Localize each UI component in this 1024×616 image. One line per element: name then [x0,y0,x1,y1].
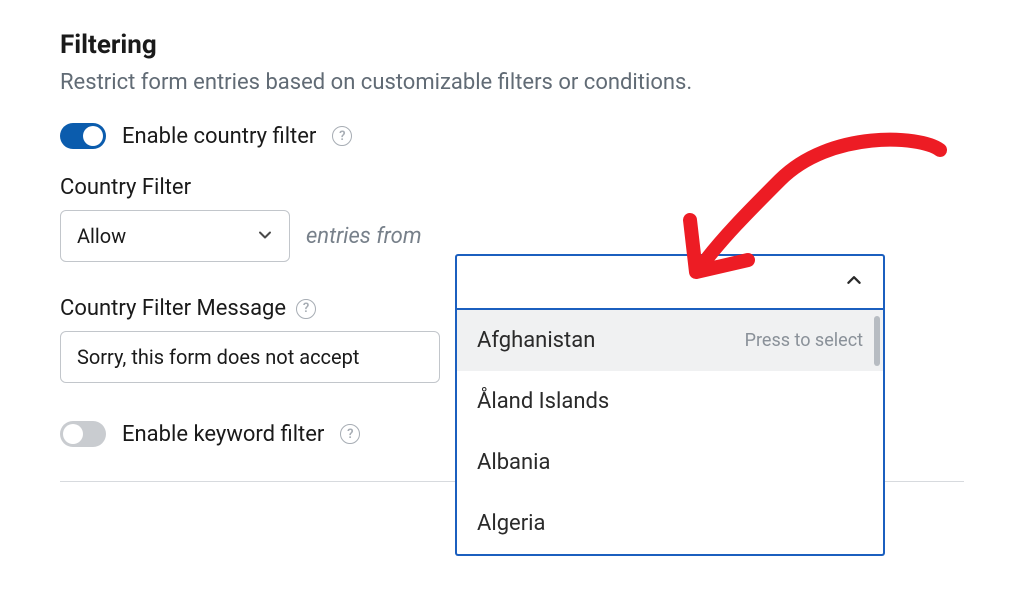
country-option-label: Albania [477,450,551,475]
country-option-algeria[interactable]: Algeria [457,493,883,554]
entries-from-text: entries from [306,224,422,249]
press-to-select-hint: Press to select [745,330,863,351]
country-filter-message-label: Country Filter Message [60,296,286,321]
country-option-label: Åland Islands [477,389,609,414]
country-filter-message-input[interactable] [60,331,440,383]
country-option-aland-islands[interactable]: Åland Islands [457,371,883,432]
chevron-up-icon [845,271,863,293]
enable-country-filter-toggle[interactable] [60,123,106,149]
country-multiselect: Afghanistan Press to select Åland Island… [455,254,885,556]
help-icon[interactable]: ? [332,126,352,146]
enable-country-filter-row: Enable country filter ? [60,123,964,149]
section-description: Restrict form entries based on customiza… [60,70,964,95]
toggle-knob [83,126,103,146]
chevron-down-icon [257,224,273,248]
country-filter-field-label-row: Country Filter [60,175,964,200]
dropdown-scrollbar[interactable] [874,316,880,366]
section-title: Filtering [60,30,964,60]
country-filter-mode-select[interactable]: Allow [60,210,290,262]
help-icon[interactable]: ? [340,424,360,444]
country-option-label: Afghanistan [477,328,595,353]
country-dropdown-list: Afghanistan Press to select Åland Island… [455,310,885,556]
country-filter-mode-value: Allow [77,224,126,248]
help-icon[interactable]: ? [296,299,316,319]
enable-keyword-filter-toggle[interactable] [60,421,106,447]
country-filter-label: Country Filter [60,175,191,200]
enable-keyword-filter-label: Enable keyword filter [122,422,324,447]
country-multiselect-input[interactable] [455,254,885,310]
enable-country-filter-label: Enable country filter [122,124,316,149]
toggle-knob [63,424,83,444]
country-option-label: Algeria [477,511,546,536]
country-option-albania[interactable]: Albania [457,432,883,493]
country-option-afghanistan[interactable]: Afghanistan Press to select [457,310,883,371]
